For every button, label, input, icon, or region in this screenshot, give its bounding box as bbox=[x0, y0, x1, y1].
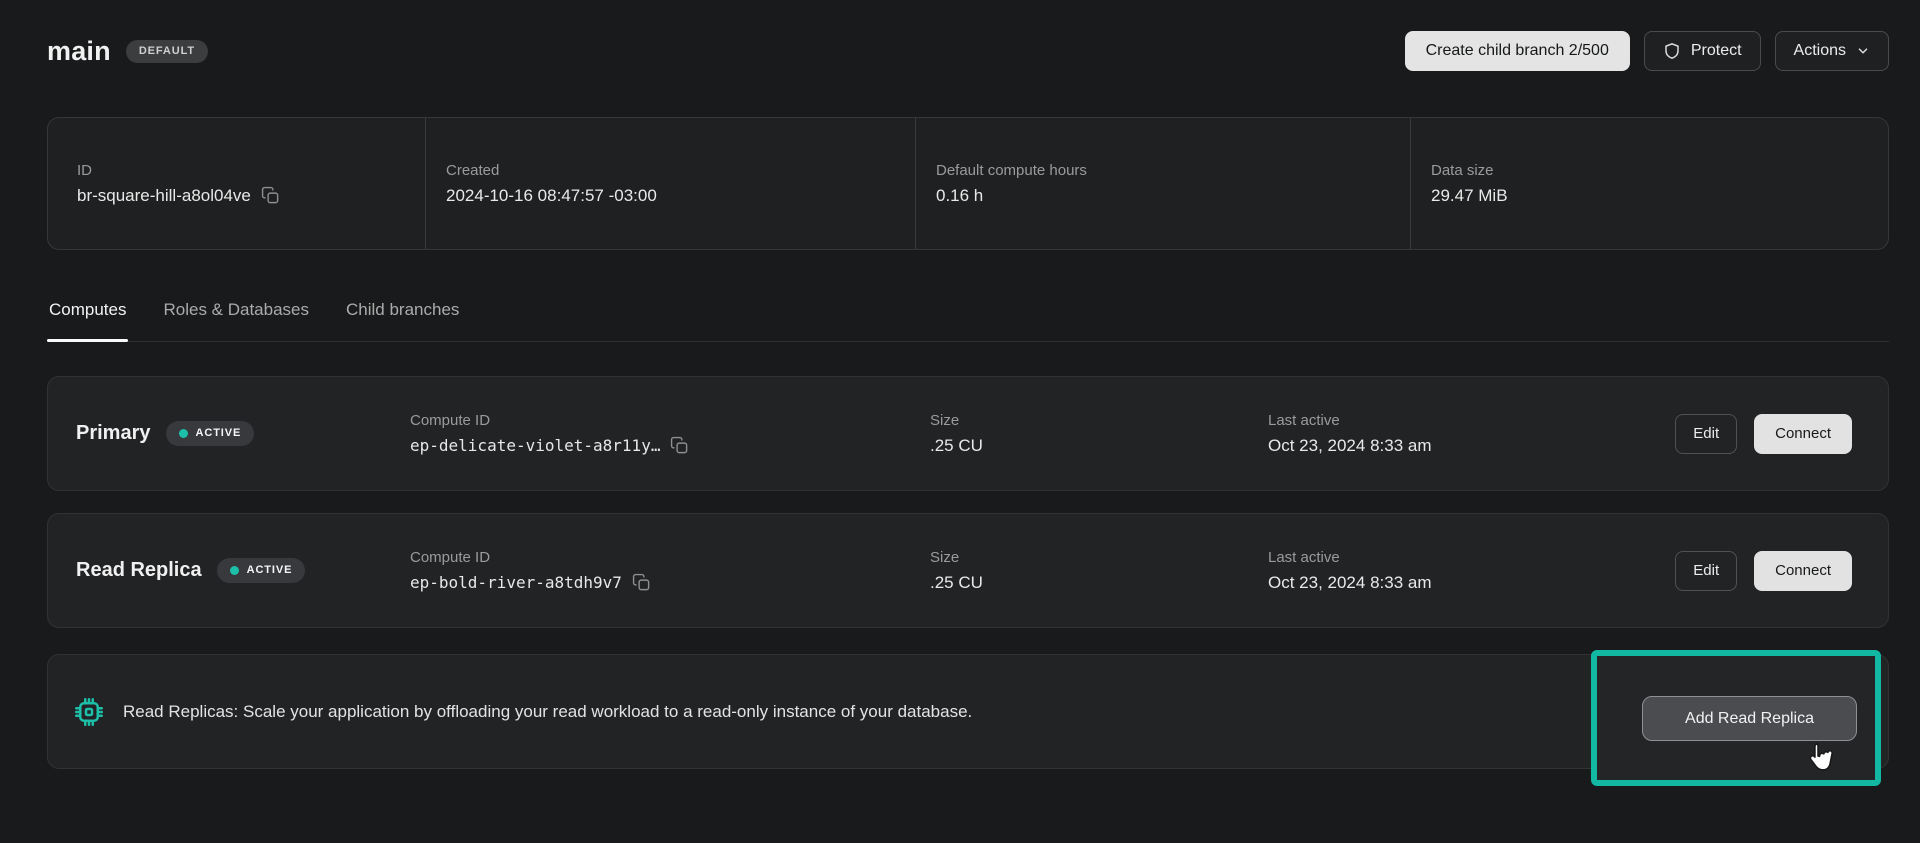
compute-id-value: ep-delicate-violet-a8r11y… bbox=[410, 436, 660, 455]
connect-button[interactable]: Connect bbox=[1754, 551, 1852, 591]
default-badge: DEFAULT bbox=[126, 40, 208, 63]
status-dot-icon bbox=[230, 566, 239, 575]
create-child-branch-button[interactable]: Create child branch 2/500 bbox=[1405, 31, 1630, 71]
copy-compute-id-button[interactable] bbox=[670, 436, 689, 455]
actions-button[interactable]: Actions bbox=[1775, 31, 1889, 71]
status-badge: ACTIVE bbox=[166, 421, 255, 446]
edit-button[interactable]: Edit bbox=[1675, 551, 1737, 591]
compute-row-read-replica: Read Replica ACTIVE Compute ID ep-bold-r… bbox=[47, 513, 1889, 628]
chevron-down-icon bbox=[1856, 44, 1870, 58]
field-label: Data size bbox=[1431, 162, 1888, 179]
last-active-label: Last active bbox=[1268, 412, 1675, 429]
copy-icon bbox=[261, 186, 280, 205]
size-label: Size bbox=[930, 549, 1268, 566]
info-field-compute-hours: Default compute hours 0.16 h bbox=[915, 118, 1410, 249]
page-title: main bbox=[47, 36, 111, 67]
field-label: Created bbox=[446, 162, 915, 179]
tab-bar: Computes Roles & Databases Child branche… bbox=[47, 300, 1889, 342]
connect-button[interactable]: Connect bbox=[1754, 414, 1852, 454]
cpu-chip-icon bbox=[74, 697, 104, 727]
branch-id-value: br-square-hill-a8ol04ve bbox=[77, 186, 251, 206]
copy-branch-id-button[interactable] bbox=[261, 186, 280, 205]
last-active-value: Oct 23, 2024 8:33 am bbox=[1268, 436, 1675, 456]
compute-name: Read Replica bbox=[76, 559, 202, 582]
protect-button[interactable]: Protect bbox=[1644, 31, 1761, 71]
protect-button-label: Protect bbox=[1691, 43, 1742, 59]
last-active-value: Oct 23, 2024 8:33 am bbox=[1268, 573, 1675, 593]
branch-info-card: ID br-square-hill-a8ol04ve Created 2024-… bbox=[47, 117, 1889, 250]
status-label: ACTIVE bbox=[196, 428, 242, 439]
size-value: .25 CU bbox=[930, 573, 1268, 593]
field-label: Default compute hours bbox=[936, 162, 1410, 179]
status-badge: ACTIVE bbox=[217, 558, 306, 583]
field-label: ID bbox=[77, 162, 425, 179]
info-field-created: Created 2024-10-16 08:47:57 -03:00 bbox=[425, 118, 915, 249]
shield-icon bbox=[1663, 42, 1681, 60]
compute-hours-value: 0.16 h bbox=[936, 186, 1410, 206]
info-field-data-size: Data size 29.47 MiB bbox=[1410, 118, 1888, 249]
status-dot-icon bbox=[179, 429, 188, 438]
tab-child-branches[interactable]: Child branches bbox=[344, 300, 461, 341]
cursor-pointer-icon bbox=[1802, 740, 1838, 776]
tutorial-highlight-frame: Add Read Replica bbox=[1591, 650, 1881, 786]
size-label: Size bbox=[930, 412, 1268, 429]
read-replica-banner: Read Replicas: Scale your application by… bbox=[47, 654, 1889, 769]
size-value: .25 CU bbox=[930, 436, 1268, 456]
data-size-value: 29.47 MiB bbox=[1431, 186, 1888, 206]
tab-roles-databases[interactable]: Roles & Databases bbox=[161, 300, 311, 341]
compute-row-primary: Primary ACTIVE Compute ID ep-delicate-vi… bbox=[47, 376, 1889, 491]
branch-page: main DEFAULT Create child branch 2/500 P… bbox=[47, 31, 1889, 769]
copy-icon bbox=[670, 436, 689, 455]
compute-id-label: Compute ID bbox=[410, 549, 930, 566]
compute-id-label: Compute ID bbox=[410, 412, 930, 429]
actions-button-label: Actions bbox=[1794, 43, 1846, 59]
copy-compute-id-button[interactable] bbox=[632, 573, 651, 592]
banner-message: Read Replicas: Scale your application by… bbox=[123, 702, 972, 722]
status-label: ACTIVE bbox=[247, 565, 293, 576]
last-active-label: Last active bbox=[1268, 549, 1675, 566]
info-field-id: ID br-square-hill-a8ol04ve bbox=[48, 118, 425, 249]
created-value: 2024-10-16 08:47:57 -03:00 bbox=[446, 186, 915, 206]
tab-computes[interactable]: Computes bbox=[47, 300, 128, 341]
compute-name: Primary bbox=[76, 422, 151, 445]
compute-id-value: ep-bold-river-a8tdh9v7 bbox=[410, 573, 622, 592]
add-read-replica-button[interactable]: Add Read Replica bbox=[1642, 696, 1857, 741]
copy-icon bbox=[632, 573, 651, 592]
edit-button[interactable]: Edit bbox=[1675, 414, 1737, 454]
page-header: main DEFAULT Create child branch 2/500 P… bbox=[47, 31, 1889, 71]
